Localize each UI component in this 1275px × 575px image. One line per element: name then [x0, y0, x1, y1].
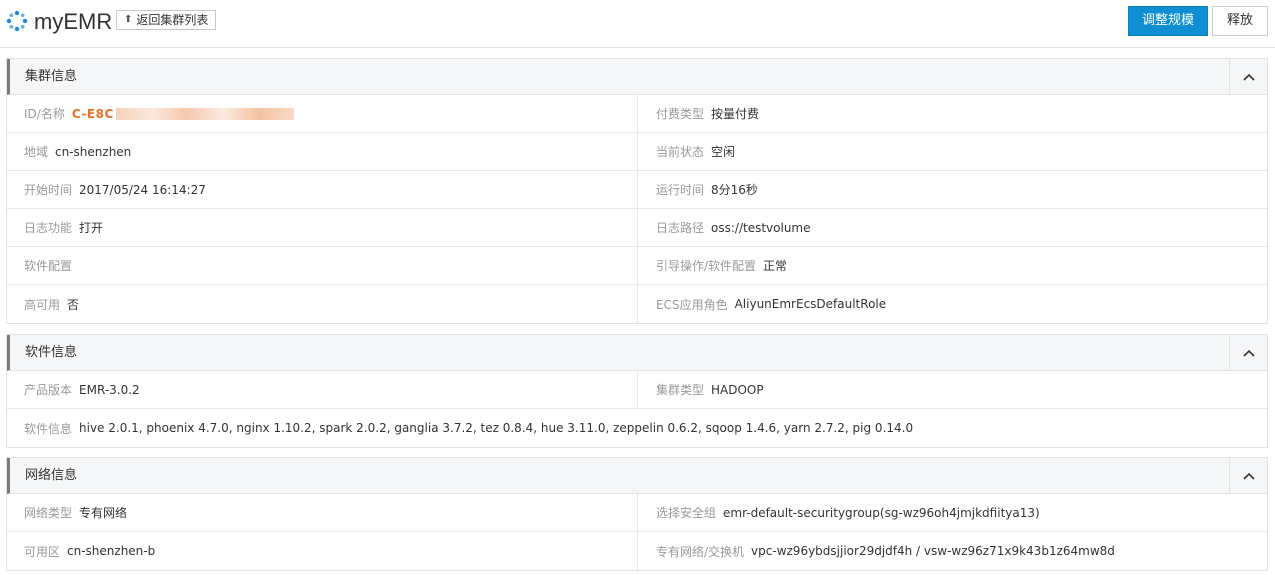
field-value: 按量付费 — [711, 107, 760, 121]
region-cell: 地域 cn-shenzhen — [7, 133, 637, 170]
ecs-role-cell: ECS应用角色 AliyunEmrEcsDefaultRole — [637, 285, 1267, 323]
field-label: 日志功能 — [24, 221, 73, 235]
security-group-cell: 选择安全组 emr-default-securitygroup(sg-wz96o… — [637, 494, 1267, 531]
field-label: 引导操作/软件配置 — [656, 259, 757, 273]
info-row: 软件配置 引导操作/软件配置 正常 — [7, 247, 1267, 285]
section-title: 集群信息 — [25, 69, 78, 84]
field-value: 8分16秒 — [711, 183, 758, 197]
start-time-cell: 开始时间 2017/05/24 16:14:27 — [7, 171, 637, 208]
chevron-up-icon — [1242, 349, 1255, 357]
software-config-cell: 软件配置 — [7, 247, 637, 284]
software-info-section: 软件信息 产品版本 EMR-3.0.2 集群类型 HADOOP 软件信息 hiv… — [6, 334, 1268, 448]
info-row: 高可用 否 ECS应用角色 AliyunEmrEcsDefaultRole — [7, 285, 1267, 323]
field-label: 专有网络/交换机 — [656, 544, 745, 559]
log-path-cell: 日志路径 oss://testvolume — [637, 209, 1267, 246]
cluster-id-value: C-E8C — [71, 106, 114, 121]
zone-cell: 可用区 cn-shenzhen-b — [7, 532, 637, 570]
field-value: AliyunEmrEcsDefaultRole — [734, 297, 887, 311]
cluster-info-header: 集群信息 — [7, 59, 1267, 95]
high-availability-cell: 高可用 否 — [7, 285, 637, 323]
field-value: cn-shenzhen-b — [67, 544, 156, 558]
field-label: 开始时间 — [24, 183, 73, 197]
product-version-cell: 产品版本 EMR-3.0.2 — [7, 371, 637, 408]
field-label: ECS应用角色 — [656, 297, 728, 312]
chevron-up-icon — [1242, 73, 1255, 81]
field-value: HADOOP — [711, 382, 764, 397]
collapse-button[interactable] — [1229, 335, 1267, 370]
field-value: emr-default-securitygroup(sg-wz96oh4jmjk… — [723, 505, 1040, 520]
vpc-vswitch-cell: 专有网络/交换机 vpc-wz96ybdsjjior29djdf4h / vsw… — [637, 532, 1267, 570]
network-type-cell: 网络类型 专有网络 — [7, 494, 637, 531]
release-cluster-button[interactable]: 释放 — [1212, 6, 1268, 36]
field-label: 付费类型 — [656, 107, 705, 121]
redacted-cluster-name — [115, 107, 294, 120]
emr-logo-icon — [6, 10, 28, 32]
field-value: oss://testvolume — [711, 220, 811, 235]
field-label: ID/名称 — [24, 107, 65, 121]
info-row: 软件信息 hive 2.0.1, phoenix 4.7.0, nginx 1.… — [7, 409, 1267, 447]
software-info-header: 软件信息 — [7, 335, 1267, 371]
info-row: 开始时间 2017/05/24 16:14:27 运行时间 8分16秒 — [7, 171, 1267, 209]
field-value: 专有网络 — [79, 506, 128, 520]
section-title: 网络信息 — [25, 468, 78, 483]
info-row: 地域 cn-shenzhen 当前状态 空闲 — [7, 133, 1267, 171]
cluster-id-cell: ID/名称 C-E8C — [7, 95, 637, 132]
chevron-up-icon — [1242, 472, 1255, 480]
billing-type-cell: 付费类型 按量付费 — [637, 95, 1267, 132]
status-cell: 当前状态 空闲 — [637, 133, 1267, 170]
network-info-section: 网络信息 网络类型 专有网络 选择安全组 emr-default-securit… — [6, 457, 1268, 571]
info-row: 日志功能 打开 日志路径 oss://testvolume — [7, 209, 1267, 247]
collapse-button[interactable] — [1229, 458, 1267, 493]
run-time-cell: 运行时间 8分16秒 — [637, 171, 1267, 208]
field-value: 2017/05/24 16:14:27 — [79, 182, 206, 197]
section-title: 软件信息 — [25, 345, 78, 360]
field-value: vpc-wz96ybdsjjior29djdf4h / vsw-wz96z71x… — [751, 544, 1115, 558]
info-row: ID/名称 C-E8C 付费类型 按量付费 — [7, 95, 1267, 133]
back-to-cluster-list-button[interactable]: ⬆ 返回集群列表 — [116, 10, 217, 30]
software-list-cell: 软件信息 hive 2.0.1, phoenix 4.7.0, nginx 1.… — [7, 409, 1267, 447]
page-header: myEMR ⬆ 返回集群列表 调整规模 释放 — [0, 0, 1275, 48]
cluster-type-cell: 集群类型 HADOOP — [637, 371, 1267, 408]
bootstrap-config-cell: 引导操作/软件配置 正常 — [637, 247, 1267, 284]
network-info-header: 网络信息 — [7, 458, 1267, 494]
field-label: 软件配置 — [24, 259, 73, 273]
field-value: 打开 — [79, 221, 104, 235]
field-value: EMR-3.0.2 — [79, 382, 140, 397]
field-label: 高可用 — [24, 297, 61, 312]
resize-cluster-button[interactable]: 调整规模 — [1128, 6, 1208, 36]
cluster-info-section: 集群信息 ID/名称 C-E8C 付费类型 按量付费 地域 cn-shenzhe… — [6, 58, 1268, 324]
field-value: 空闲 — [711, 145, 736, 159]
field-label: 产品版本 — [24, 383, 73, 397]
field-label: 软件信息 — [24, 421, 73, 436]
back-button-label: 返回集群列表 — [136, 13, 209, 27]
field-value: 正常 — [763, 259, 788, 273]
field-label: 网络类型 — [24, 506, 73, 520]
field-label: 集群类型 — [656, 383, 705, 397]
field-label: 选择安全组 — [656, 506, 717, 520]
collapse-button[interactable] — [1229, 59, 1267, 94]
field-label: 当前状态 — [656, 145, 705, 159]
info-row: 网络类型 专有网络 选择安全组 emr-default-securitygrou… — [7, 494, 1267, 532]
info-row: 产品版本 EMR-3.0.2 集群类型 HADOOP — [7, 371, 1267, 409]
info-row: 可用区 cn-shenzhen-b 专有网络/交换机 vpc-wz96ybdsj… — [7, 532, 1267, 570]
field-label: 地域 — [24, 145, 49, 159]
log-enabled-cell: 日志功能 打开 — [7, 209, 637, 246]
field-label: 日志路径 — [656, 221, 705, 235]
field-value: cn-shenzhen — [55, 144, 132, 159]
software-list-value: hive 2.0.1, phoenix 4.7.0, nginx 1.10.2,… — [79, 421, 914, 435]
app-title: myEMR — [34, 9, 113, 34]
field-label: 运行时间 — [656, 183, 705, 197]
field-value: 否 — [67, 297, 80, 312]
field-label: 可用区 — [24, 544, 61, 559]
arrow-up-icon: ⬆ — [124, 14, 133, 25]
